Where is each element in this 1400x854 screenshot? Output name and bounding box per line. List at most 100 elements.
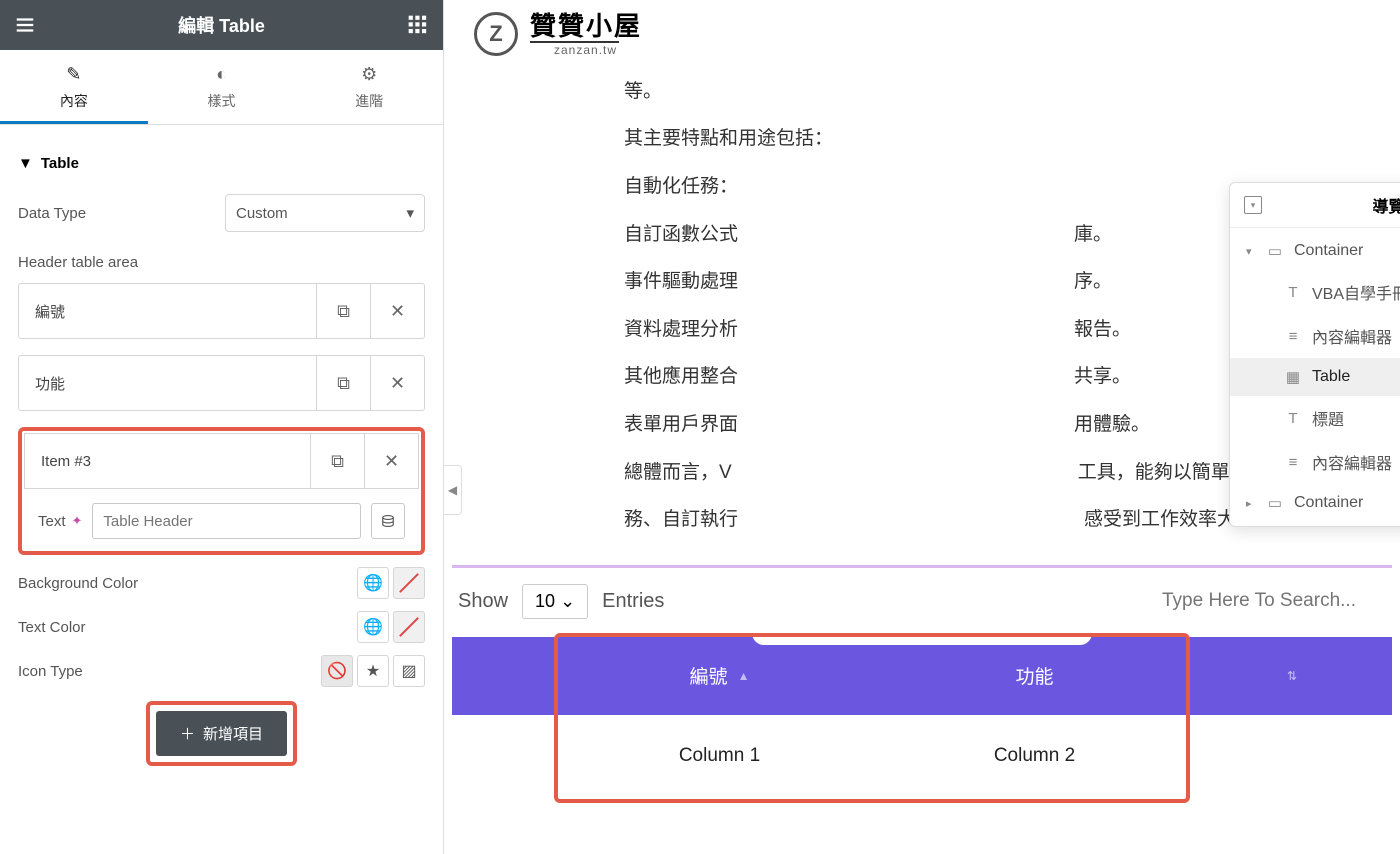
add-item-highlight: ＋ 新增項目: [146, 701, 297, 766]
panel-body: ▼ Table Data Type Custom ▾ Header table …: [0, 125, 443, 854]
menu-icon[interactable]: [14, 14, 36, 36]
field-data-type: Data Type Custom ▾: [18, 194, 425, 232]
caret-down-icon: ▾: [406, 204, 414, 222]
duplicate-icon[interactable]: ⧉: [310, 433, 364, 489]
tab-style-label: 樣式: [208, 91, 236, 111]
text-field-label: Text ✦: [38, 513, 82, 530]
editor-icon: ≡: [1284, 328, 1302, 345]
td-col1: Column 1: [562, 745, 877, 767]
header-item-1[interactable]: 編號 ⧉ ✕: [18, 283, 425, 339]
table-controls-row: Show 10 ⌄ Entries: [444, 580, 1400, 623]
site-name: 贊贊小屋: [530, 12, 642, 41]
site-logo: Z: [474, 12, 518, 56]
data-type-select[interactable]: Custom ▾: [225, 194, 425, 232]
caret-down-icon: ▼: [18, 155, 33, 172]
none-icon[interactable]: 🚫: [321, 655, 353, 687]
data-table: • • • 編號▲ 功能 ⇅ Column 1 Column 2: [452, 637, 1392, 797]
globe-icon[interactable]: 🌐: [357, 611, 389, 643]
text-icon: T: [1284, 410, 1302, 427]
navigator-panel: ▾ 導覽器 ✕ ▾ ▭ Container T VBA自學手冊 ≡ 內容編輯器 …: [1229, 182, 1400, 527]
section-title: Table: [41, 155, 79, 172]
star-icon[interactable]: ★: [357, 655, 389, 687]
container-icon: ▭: [1266, 494, 1284, 512]
th-col2[interactable]: 功能: [877, 662, 1192, 689]
header-item-3-label: Item #3: [25, 453, 310, 470]
table-row: Column 1 Column 2: [452, 715, 1392, 797]
ai-sparkle-icon[interactable]: ✦: [72, 513, 83, 529]
tab-advanced-label: 進階: [355, 91, 383, 111]
entries-select[interactable]: 10 ⌄: [522, 584, 588, 619]
apps-icon[interactable]: [407, 14, 429, 36]
pencil-icon: ✎: [66, 64, 81, 85]
panel-tabs: ✎ 內容 ◐ 樣式 ⚙ 進階: [0, 50, 443, 125]
duplicate-icon[interactable]: ⧉: [316, 355, 370, 411]
editor-panel: 編輯 Table ✎ 內容 ◐ 樣式 ⚙ 進階 ▼ Table Data Typ…: [0, 0, 444, 854]
text-field-row: Text ✦: [24, 489, 419, 543]
nav-item-label: 標題: [1312, 406, 1344, 430]
header-item-2-label: 功能: [19, 373, 316, 394]
dropdown-icon[interactable]: ▾: [1244, 196, 1262, 214]
nav-table[interactable]: ▦ Table EKIT: [1230, 358, 1400, 396]
tab-advanced[interactable]: ⚙ 進階: [295, 50, 443, 124]
icon-type-label: Icon Type: [18, 663, 83, 680]
widget-handle[interactable]: • • •: [752, 629, 1092, 645]
divider: [452, 565, 1392, 568]
header-item-1-label: 編號: [19, 301, 316, 322]
dynamic-tags-icon[interactable]: [371, 503, 405, 539]
nav-item-label: 內容編輯器: [1312, 324, 1392, 348]
site-subtitle: zanzan.tw: [530, 41, 619, 57]
nav-container-1[interactable]: ▾ ▭ Container: [1230, 232, 1400, 270]
delete-icon[interactable]: ✕: [370, 283, 424, 339]
container-icon: ▭: [1266, 242, 1284, 260]
data-type-value: Custom: [236, 205, 288, 222]
caret-right-icon: ▸: [1246, 497, 1256, 510]
nav-heading[interactable]: T 標題: [1230, 396, 1400, 440]
nav-editor-2[interactable]: ≡ 內容編輯器: [1230, 440, 1400, 484]
th-col1[interactable]: 編號▲: [562, 662, 877, 689]
tab-style[interactable]: ◐ 樣式: [148, 50, 296, 124]
site-header: Z 贊贊小屋 zanzan.tw: [444, 0, 1400, 69]
header-text-input[interactable]: [92, 503, 361, 539]
header-item-2[interactable]: 功能 ⧉ ✕: [18, 355, 425, 411]
text-color-label: Text Color: [18, 619, 86, 636]
nav-item-label: VBA自學手冊: [1312, 280, 1400, 304]
plus-icon: ＋: [180, 723, 195, 744]
delete-icon[interactable]: ✕: [364, 433, 418, 489]
th-col3[interactable]: ⇅: [1192, 669, 1392, 683]
preview-area: Z 贊贊小屋 zanzan.tw 等。 其主要特點和用途包括： 自動化任務： 自…: [444, 0, 1400, 854]
icon-type-row: Icon Type 🚫 ★ ▨: [18, 655, 425, 687]
duplicate-icon[interactable]: ⧉: [316, 283, 370, 339]
header-item-3[interactable]: Item #3 ⧉ ✕: [24, 433, 419, 489]
table-search-input[interactable]: [1156, 584, 1386, 618]
show-label: Show: [458, 590, 508, 613]
table-header: • • • 編號▲ 功能 ⇅: [452, 637, 1392, 715]
sort-asc-icon: ▲: [738, 669, 750, 683]
globe-icon[interactable]: 🌐: [357, 567, 389, 599]
bg-color-row: Background Color 🌐: [18, 567, 425, 599]
nav-item-label: Container: [1294, 494, 1363, 512]
panel-header: 編輯 Table: [0, 0, 443, 50]
image-icon[interactable]: ▨: [393, 655, 425, 687]
caret-down-icon: ▾: [1246, 245, 1256, 258]
entries-label: Entries: [602, 590, 664, 613]
tab-content-label: 內容: [60, 91, 88, 111]
add-item-button[interactable]: ＋ 新增項目: [156, 711, 287, 756]
data-type-label: Data Type: [18, 205, 86, 222]
color-none-icon[interactable]: [393, 567, 425, 599]
section-toggle-table[interactable]: ▼ Table: [18, 155, 425, 172]
tab-content[interactable]: ✎ 內容: [0, 50, 148, 124]
navigator-title: 導覽器: [1262, 193, 1400, 217]
nav-text-vba[interactable]: T VBA自學手冊: [1230, 270, 1400, 314]
add-item-label: 新增項目: [203, 723, 263, 744]
nav-item-label: Table: [1312, 368, 1350, 386]
delete-icon[interactable]: ✕: [370, 355, 424, 411]
text-icon: T: [1284, 284, 1302, 301]
td-col2: Column 2: [877, 745, 1192, 767]
table-icon: ▦: [1284, 368, 1302, 386]
sort-icon: ⇅: [1287, 669, 1297, 683]
panel-collapse-handle[interactable]: ◀: [444, 465, 462, 515]
text-color-row: Text Color 🌐: [18, 611, 425, 643]
nav-editor-1[interactable]: ≡ 內容編輯器: [1230, 314, 1400, 358]
nav-container-2[interactable]: ▸ ▭ Container: [1230, 484, 1400, 522]
color-none-icon[interactable]: [393, 611, 425, 643]
